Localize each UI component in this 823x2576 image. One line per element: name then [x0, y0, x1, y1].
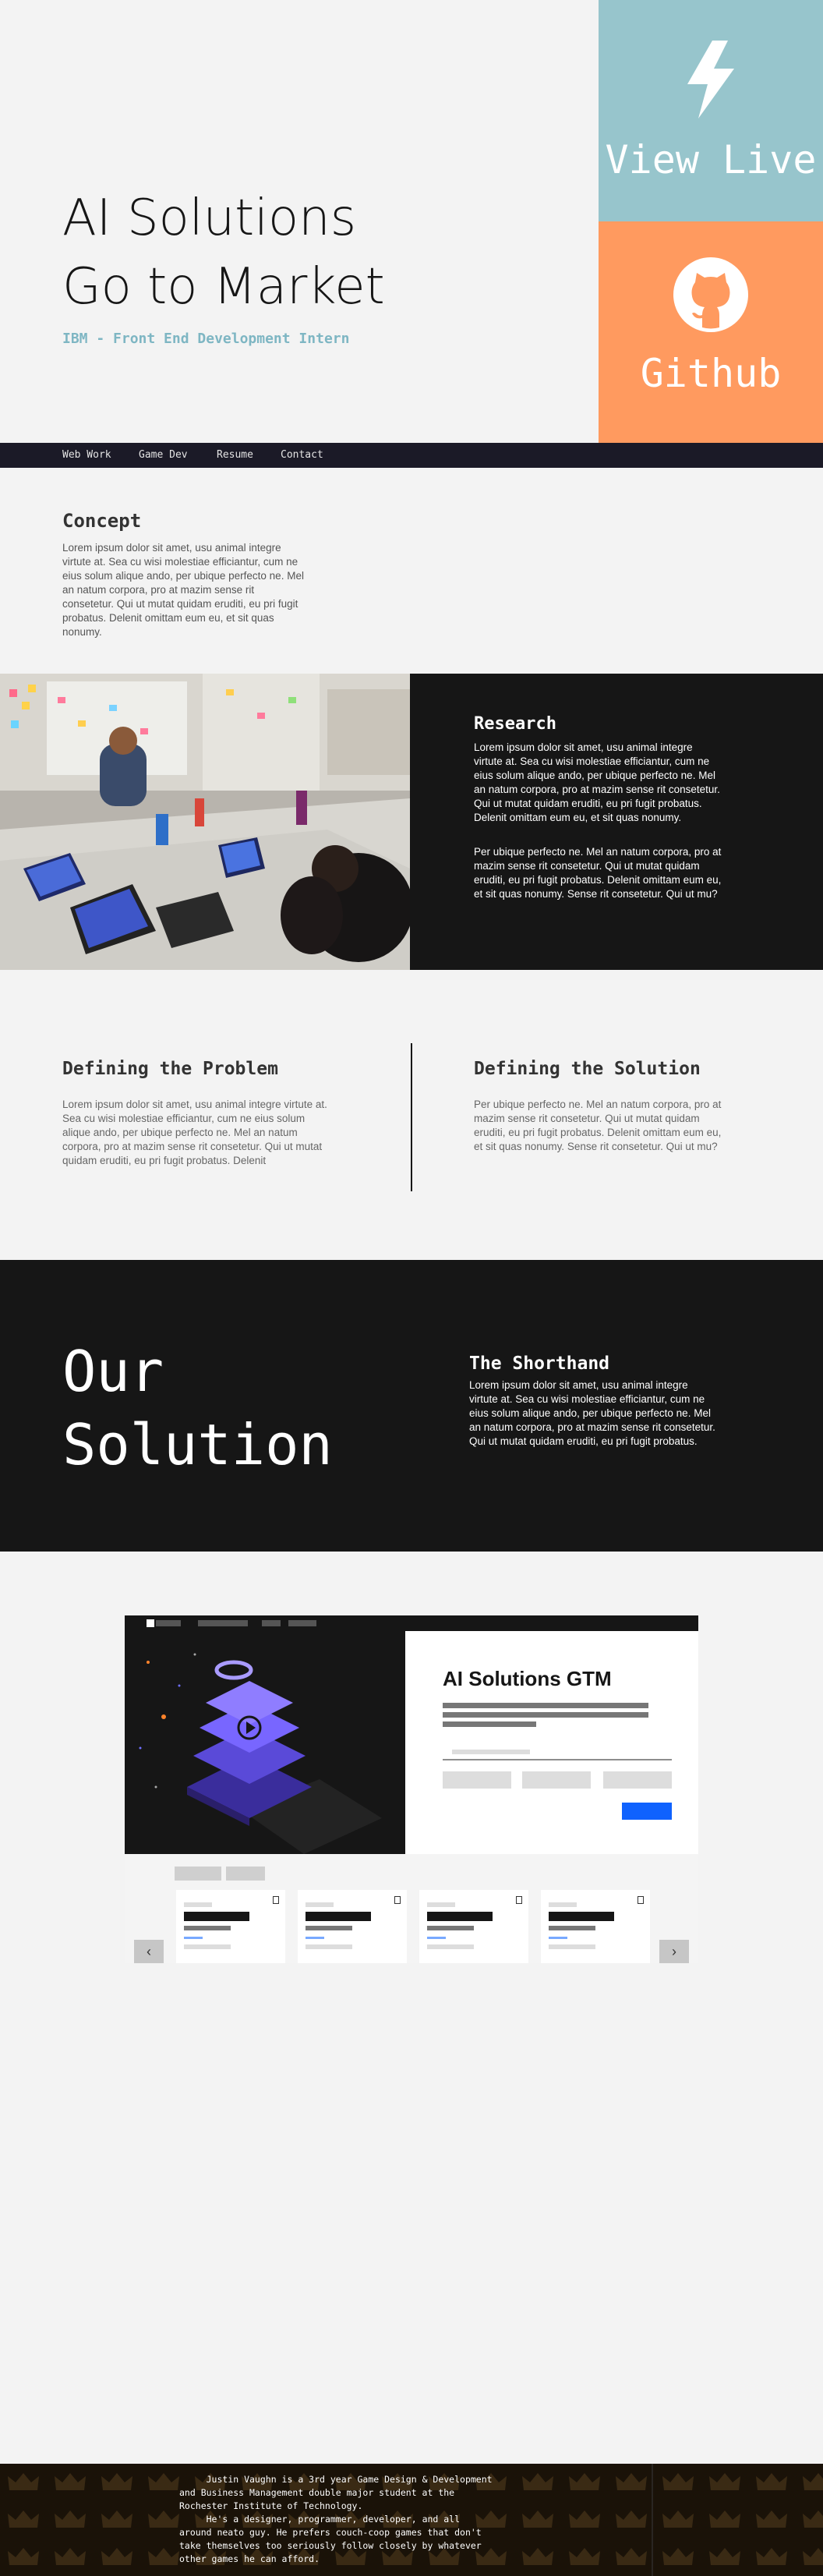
our-solution-line-1: Our: [62, 1339, 164, 1404]
solution-heading: Defining the Solution: [474, 1059, 701, 1079]
shorthand-heading: The Shorthand: [469, 1353, 610, 1374]
our-solution-section: Our Solution The Shorthand Lorem ipsum d…: [0, 1260, 823, 1552]
shorthand-body: Lorem ipsum dolor sit amet, usu animal i…: [469, 1379, 715, 1447]
top-nav: Web Work Game Dev Resume Contact: [0, 443, 823, 468]
project-subtitle: IBM - Front End Development Intern: [62, 331, 350, 347]
research-body-2: Per ubique perfecto ne. Mel an natum cor…: [474, 846, 722, 900]
footer: Justin Vaughn is a 3rd year Game Design …: [0, 2464, 823, 2576]
problem-heading: Defining the Problem: [62, 1059, 278, 1079]
product-mockup: AI Solutions GTM ‹ ›: [125, 1615, 698, 1963]
nav-item-contact[interactable]: Contact: [281, 449, 323, 461]
mockup-card: [419, 1890, 528, 1963]
concept-heading: Concept: [62, 510, 142, 532]
mockup-topbar: [125, 1615, 698, 1631]
mockup-title: AI Solutions GTM: [443, 1667, 612, 1690]
github-icon: [673, 257, 748, 332]
nav-item-web-work[interactable]: Web Work: [62, 449, 111, 461]
title-line-1: AI Solutions: [62, 189, 357, 247]
research-body-1: Lorem ipsum dolor sit amet, usu animal i…: [474, 741, 720, 823]
mockup-card: [298, 1890, 407, 1963]
section-divider: [411, 1043, 412, 1191]
nav-item-game-dev[interactable]: Game Dev: [139, 449, 188, 461]
our-solution-line-2: Solution: [62, 1412, 333, 1477]
hero-section: AI Solutions Go to Market IBM - Front En…: [0, 0, 823, 443]
mockup-hero-illustration: [125, 1631, 405, 1854]
research-photo: [0, 674, 410, 970]
our-solution-title: Our Solution: [62, 1335, 333, 1481]
footer-divider: [652, 2464, 653, 2576]
view-live-button[interactable]: View Live: [599, 0, 823, 221]
mockup-card: [541, 1890, 650, 1963]
mockup-primary-button: [622, 1803, 672, 1820]
mockup-hero-panel: [405, 1631, 698, 1854]
lightning-bolt-icon: [687, 41, 734, 119]
github-label: Github: [640, 351, 782, 396]
github-button[interactable]: Github: [599, 221, 823, 443]
page-title: AI Solutions Go to Market: [62, 184, 385, 321]
chevron-left-icon: ‹: [134, 1940, 164, 1963]
footer-bio: Justin Vaughn is a 3rd year Game Design …: [179, 2474, 493, 2564]
view-live-label: View Live: [605, 137, 817, 182]
problem-body: Lorem ipsum dolor sit amet, usu animal i…: [62, 1099, 327, 1166]
nav-item-resume[interactable]: Resume: [217, 449, 253, 461]
mockup-card: [176, 1890, 285, 1963]
chevron-right-icon: ›: [659, 1940, 689, 1963]
title-line-2: Go to Market: [62, 258, 385, 316]
research-section: Research Lorem ipsum dolor sit amet, usu…: [0, 674, 823, 970]
concept-body: Lorem ipsum dolor sit amet, usu animal i…: [62, 542, 304, 638]
solution-body: Per ubique perfecto ne. Mel an natum cor…: [474, 1099, 722, 1152]
research-heading: Research: [474, 714, 556, 734]
